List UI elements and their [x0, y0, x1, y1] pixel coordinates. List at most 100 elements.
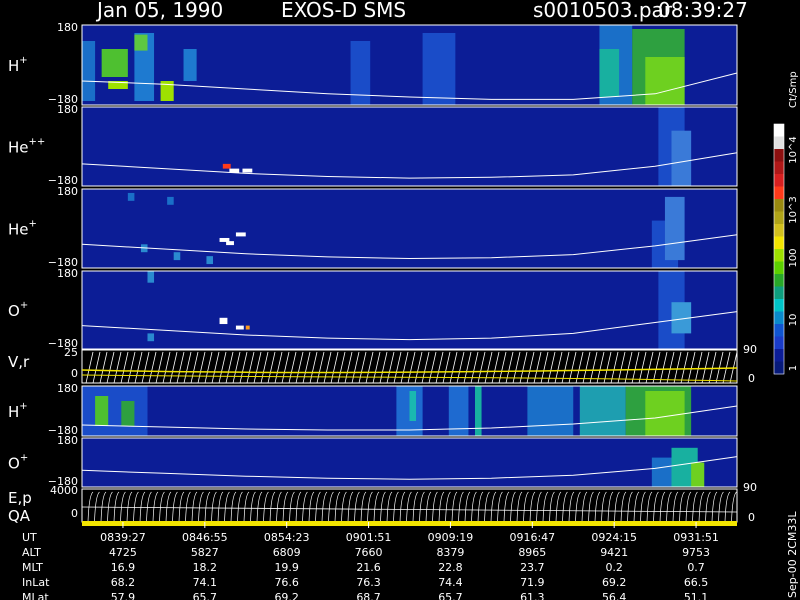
y-tick-top: 180 [57, 434, 78, 447]
panel-2: 180−180He+ [8, 185, 738, 269]
colorbar-swatch [774, 249, 784, 262]
ephemeris-value: 65.7 [193, 591, 218, 600]
ep-right-bottom: 0 [748, 511, 755, 524]
ephemeris-row-label: UT [22, 531, 37, 544]
intensity-patch [235, 232, 246, 237]
colorbar-swatch [774, 274, 784, 287]
intensity-patch [121, 401, 135, 426]
ephemeris-value: 68.2 [111, 576, 136, 589]
ephemeris-value: 66.5 [684, 576, 709, 589]
y-tick-top: 180 [57, 382, 78, 395]
ephemeris-value: 9421 [600, 546, 628, 559]
intensity-patch [147, 333, 155, 342]
ephemeris-value: 19.9 [274, 561, 299, 574]
ephemeris-row-label: ALT [22, 546, 41, 559]
vr-label: V,r [8, 353, 30, 371]
ephemeris-value: 21.6 [356, 561, 381, 574]
y-tick-top: 180 [57, 21, 78, 34]
colorbar-swatch [774, 174, 784, 187]
intensity-patch [82, 41, 96, 101]
intensity-patch [95, 396, 109, 426]
ephemeris-value: 76.6 [274, 576, 299, 589]
vr-right-top: 90 [743, 343, 757, 356]
intensity-patch [222, 163, 231, 169]
ephemeris-value: 0846:55 [182, 531, 228, 544]
ephemeris-value: 5827 [191, 546, 219, 559]
colorbar-swatch [774, 161, 784, 175]
ephemeris-value: 0916:47 [509, 531, 555, 544]
colorbar-swatch [774, 336, 784, 350]
ephemeris-value: 6809 [273, 546, 301, 559]
intensity-patch [242, 168, 253, 173]
colorbar-swatch [774, 261, 784, 275]
ephemeris-value: 16.9 [111, 561, 136, 574]
intensity-patch [183, 49, 197, 81]
ephemeris-value: 65.7 [438, 591, 463, 600]
ep-left-bottom: 0 [71, 507, 78, 520]
intensity-patch [134, 34, 148, 51]
intensity-patch [229, 168, 240, 173]
qa-label: QA [8, 507, 31, 525]
ephemeris-value: 51.1 [684, 591, 709, 600]
intensity-patch [167, 196, 174, 205]
panel-1: 180−180He++ [8, 103, 738, 187]
intensity-patch [422, 33, 456, 105]
footer-version: Sep-00 2CM33L [786, 511, 799, 598]
intensity-patch [147, 271, 155, 283]
intensity-patch [127, 192, 135, 201]
sms-spectrogram-figure: Jan 05, 1990 EXOS-D SMS s0010503.par 08:… [0, 0, 800, 600]
intensity-patch [245, 325, 250, 330]
ephemeris-value: 8965 [518, 546, 546, 559]
colorbar-tick-label: 10 [788, 314, 799, 327]
header-date: Jan 05, 1990 [95, 0, 223, 22]
ephemeris-value: 71.9 [520, 576, 545, 589]
ephemeris-row-label: MLat [22, 591, 49, 600]
ephemeris-value: 57.9 [111, 591, 136, 600]
ephemeris-row-label: MLT [22, 561, 43, 574]
ephemeris-value: 68.7 [356, 591, 381, 600]
intensity-patch [664, 196, 685, 261]
y-tick-top: 180 [57, 185, 78, 198]
ephemeris-value: 0.2 [605, 561, 623, 574]
colorbar-tick-label: 100 [788, 248, 799, 267]
colorbar-swatch [774, 299, 784, 312]
intensity-patch [579, 386, 626, 436]
vr-left-bottom: 0 [71, 367, 78, 380]
y-tick-top: 180 [57, 103, 78, 116]
ephemeris-value: 8379 [436, 546, 464, 559]
ep-right-top: 90 [743, 481, 757, 494]
intensity-patch [219, 317, 228, 325]
intensity-patch [206, 256, 213, 265]
y-tick-top: 180 [57, 267, 78, 280]
colorbar-swatch [774, 236, 784, 250]
header-time: 08:39:27 [658, 0, 748, 22]
panel-3: 180−180O+ [8, 267, 738, 350]
ephemeris-value: 56.4 [602, 591, 627, 600]
intensity-patch [409, 391, 417, 421]
colorbar-swatch [774, 311, 784, 325]
ep-left-top: 4000 [50, 484, 78, 497]
colorbar-swatch [774, 361, 784, 375]
intensity-patch [599, 49, 620, 97]
ephemeris-value: 74.1 [193, 576, 218, 589]
ephemeris-value: 4725 [109, 546, 137, 559]
intensity-patch [645, 391, 685, 436]
ephemeris-value: 69.2 [274, 591, 299, 600]
quality-bar [82, 521, 737, 526]
intensity-patch [226, 241, 234, 246]
ephemeris-value: 61.3 [520, 591, 545, 600]
intensity-patch [691, 462, 705, 487]
colorbar-swatch [774, 211, 784, 225]
colorbar-tick-label: 10^3 [788, 196, 799, 223]
ephemeris-value: 9753 [682, 546, 710, 559]
ephemeris-value: 0931:51 [673, 531, 719, 544]
panel-4: 180−180H+ [8, 382, 738, 437]
panel-0: 180−180H+ [8, 21, 738, 106]
colorbar-swatch [774, 149, 784, 162]
intensity-patch [82, 386, 148, 436]
ephemeris-value: 0924:15 [591, 531, 637, 544]
colorbar-swatch [774, 349, 784, 362]
ephemeris-value: 22.8 [438, 561, 463, 574]
ephemeris-value: 76.3 [356, 576, 381, 589]
header-instrument: EXOS-D SMS [281, 0, 406, 22]
